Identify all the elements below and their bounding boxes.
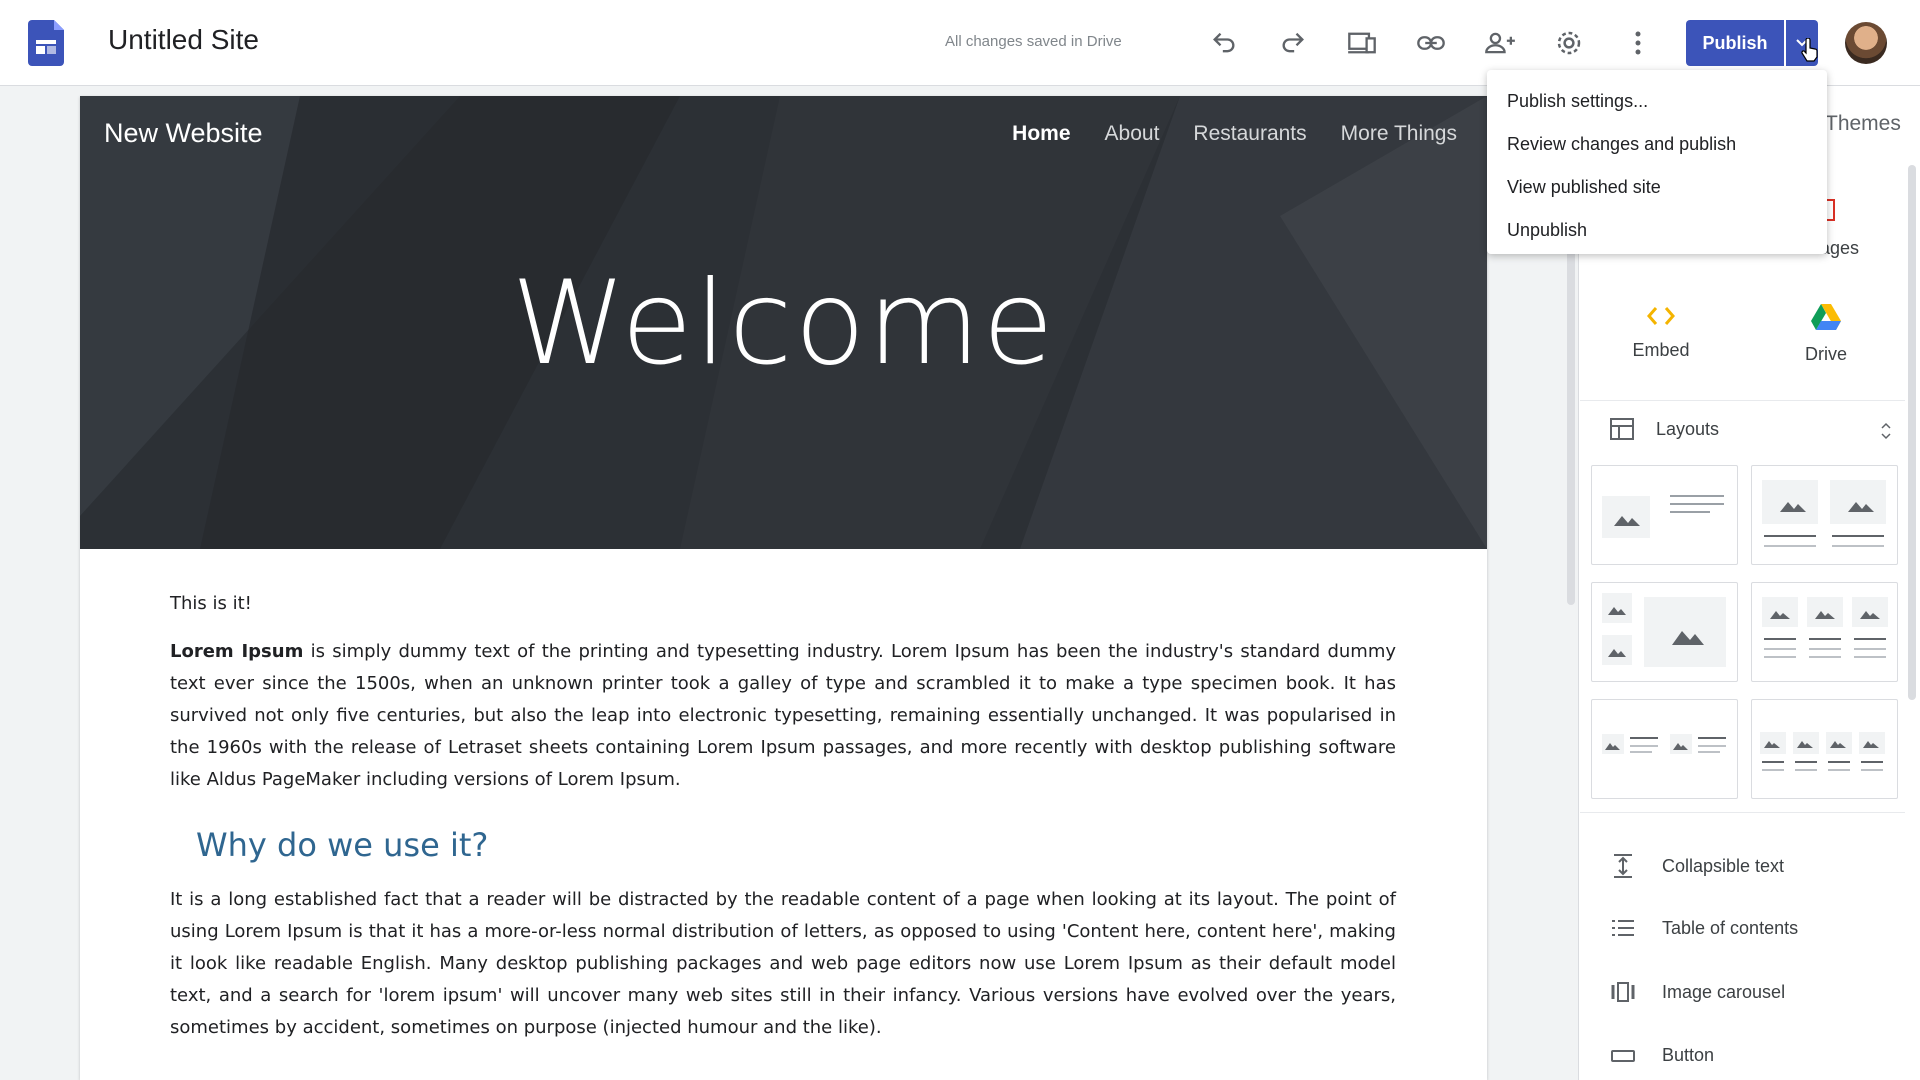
- layout-option-5[interactable]: [1591, 699, 1738, 799]
- site-canvas[interactable]: New Website Home About Restaurants More …: [80, 96, 1487, 1080]
- nav-item-about[interactable]: About: [1105, 122, 1160, 146]
- nav-item-home[interactable]: Home: [1012, 122, 1070, 146]
- tab-themes[interactable]: Themes: [1825, 112, 1901, 136]
- nav-item-more-things[interactable]: More Things: [1341, 122, 1457, 146]
- table-of-contents-label: Table of contents: [1662, 917, 1799, 938]
- insert-drive-label: Drive: [1804, 344, 1847, 364]
- save-status: All changes saved in Drive: [945, 33, 1122, 50]
- lorem-paragraph[interactable]: Lorem Ipsum is simply dummy text of the …: [170, 636, 1396, 796]
- publish-menu: Publish settings... Review changes and p…: [1487, 70, 1827, 254]
- publish-button[interactable]: Publish: [1686, 20, 1784, 66]
- intro-text[interactable]: This is it!: [170, 593, 1396, 614]
- collapsible-text-icon: [1614, 854, 1632, 878]
- section-heading[interactable]: Why do we use it?: [196, 826, 1396, 864]
- insert-embed[interactable]: Embed: [1591, 305, 1731, 361]
- site-brand[interactable]: New Website: [104, 118, 263, 149]
- page-content[interactable]: This is it! Lorem Ipsum is simply dummy …: [170, 593, 1396, 1044]
- lorem-text: is simply dummy text of the printing and…: [170, 641, 1397, 790]
- lorem-bold: Lorem Ipsum: [170, 641, 304, 662]
- layouts-icon: [1610, 418, 1634, 440]
- add-person-icon[interactable]: [1479, 22, 1521, 64]
- component-table-of-contents[interactable]: Table of contents: [1610, 917, 1798, 939]
- layout-option-2[interactable]: [1751, 465, 1898, 565]
- insert-embed-label: Embed: [1632, 340, 1690, 360]
- layouts-label: Layouts: [1656, 418, 1720, 439]
- layout-option-1[interactable]: [1591, 465, 1738, 565]
- component-button[interactable]: Button: [1610, 1045, 1714, 1066]
- image-carousel-icon: [1611, 982, 1635, 1002]
- collapsible-text-label: Collapsible text: [1662, 855, 1785, 876]
- collapse-icon[interactable]: [1880, 422, 1892, 440]
- divider: [1580, 812, 1905, 813]
- insert-drive[interactable]: Drive: [1756, 303, 1896, 365]
- sidebar-scrollbar[interactable]: [1908, 165, 1916, 700]
- nav-item-restaurants[interactable]: Restaurants: [1193, 122, 1306, 146]
- image-carousel-label: Image carousel: [1662, 981, 1786, 1002]
- redo-icon[interactable]: [1272, 22, 1314, 64]
- hand-cursor-icon: [1801, 38, 1818, 62]
- drive-icon: [1811, 304, 1841, 330]
- more-icon[interactable]: [1617, 22, 1659, 64]
- menu-item-unpublish[interactable]: Unpublish: [1487, 209, 1827, 252]
- why-paragraph[interactable]: It is a long established fact that a rea…: [170, 884, 1396, 1044]
- sites-logo-icon[interactable]: [28, 20, 64, 66]
- embed-code-icon: [1647, 307, 1675, 325]
- layout-option-6[interactable]: [1751, 699, 1898, 799]
- settings-icon[interactable]: [1548, 22, 1590, 64]
- site-nav: Home About Restaurants More Things: [1012, 122, 1457, 146]
- undo-icon[interactable]: [1203, 22, 1245, 64]
- hero-banner[interactable]: New Website Home About Restaurants More …: [80, 96, 1487, 549]
- menu-item-review-and-publish[interactable]: Review changes and publish: [1487, 123, 1827, 166]
- component-image-carousel[interactable]: Image carousel: [1610, 981, 1785, 1003]
- hero-title[interactable]: Welcome: [80, 256, 1487, 391]
- menu-item-view-published-site[interactable]: View published site: [1487, 166, 1827, 209]
- link-icon[interactable]: [1410, 22, 1452, 64]
- avatar[interactable]: [1845, 22, 1887, 64]
- button-icon: [1611, 1049, 1635, 1062]
- table-of-contents-icon: [1612, 920, 1634, 936]
- layout-option-4[interactable]: [1751, 582, 1898, 682]
- component-collapsible-text[interactable]: Collapsible text: [1610, 853, 1784, 879]
- layouts-header[interactable]: Layouts: [1610, 418, 1719, 440]
- menu-item-publish-settings[interactable]: Publish settings...: [1487, 80, 1827, 123]
- layout-option-3[interactable]: [1591, 582, 1738, 682]
- button-component-label: Button: [1662, 1045, 1715, 1065]
- site-title[interactable]: Untitled Site: [108, 24, 259, 56]
- preview-devices-icon[interactable]: [1341, 22, 1383, 64]
- divider: [1580, 400, 1905, 401]
